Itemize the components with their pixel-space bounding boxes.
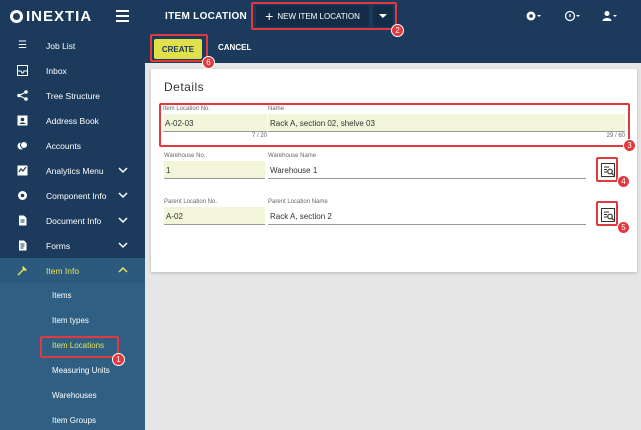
cancel-button[interactable]: CANCEL	[218, 43, 251, 52]
sidebar-item-label: Item Info	[46, 265, 80, 276]
chevron-down-icon	[118, 167, 128, 174]
warehouse-name-input[interactable]: Warehouse 1	[268, 161, 586, 179]
item-location-no-field: Item Location No. A-02-03 7 / 20	[163, 106, 267, 139]
annotation-badge-6: 6	[202, 56, 215, 69]
chevron-down-icon	[118, 242, 128, 249]
new-item-location-button[interactable]: + NEW ITEM LOCATION	[256, 5, 369, 27]
checklist-icon: ☰	[18, 40, 27, 51]
field-label: Name	[268, 106, 285, 112]
char-counter: 7 / 20	[251, 133, 267, 139]
parent-location-name-input[interactable]: Rack A, section 2	[268, 207, 586, 225]
action-bar: CREATE CANCEL	[145, 33, 641, 63]
create-button[interactable]: CREATE	[154, 39, 202, 59]
parent-location-lookup-icon[interactable]	[601, 208, 615, 222]
new-button-label: NEW ITEM LOCATION	[277, 11, 360, 21]
sidebar-item-job-list[interactable]: ☰ Job List	[0, 33, 145, 58]
item-location-no-input[interactable]: A-02-03	[163, 114, 267, 132]
hamburger-menu-icon[interactable]	[116, 10, 129, 22]
char-counter: 29 / 60	[606, 133, 625, 139]
parent-location-name-field: Parent Location Name Rack A, section 2	[268, 199, 586, 225]
chevron-down-icon	[118, 192, 128, 199]
sidebar-item-label: Forms	[46, 240, 71, 251]
user-menu-button[interactable]	[601, 10, 617, 22]
form-icon	[17, 240, 28, 251]
sidebar-item-label: Component Info	[46, 190, 107, 201]
caret-down-icon	[379, 14, 387, 18]
chevron-down-icon	[118, 217, 128, 224]
annotation-badge-3: 3	[623, 139, 636, 152]
parent-location-no-field: Parent Location No. A-02	[164, 199, 265, 225]
brand-name: INEXTIA	[26, 8, 93, 25]
sidebar-item-component-info[interactable]: Component Info	[0, 183, 145, 208]
sidebar-item-label: Inbox	[46, 65, 67, 76]
submenu-item-item-types[interactable]: Item types	[0, 308, 145, 333]
sidebar-item-item-info[interactable]: Item Info	[0, 258, 145, 283]
annotation-badge-2: 2	[391, 24, 404, 37]
logo-gear-icon	[10, 10, 23, 23]
help-menu-button[interactable]	[564, 10, 580, 22]
annotation-badge-4: 4	[617, 175, 630, 188]
sidebar-item-label: Address Book	[46, 115, 99, 126]
details-card: Details Item Location No. A-02-03 7 / 20…	[151, 69, 637, 272]
sidebar-item-inbox[interactable]: Inbox	[0, 58, 145, 83]
field-label: Parent Location No.	[164, 199, 218, 205]
annotation-badge-5: 5	[617, 221, 630, 234]
submenu-item-label: Item types	[52, 316, 89, 325]
submenu-item-items[interactable]: Items	[0, 283, 145, 308]
analytics-icon	[17, 165, 28, 176]
sidebar-item-accounts[interactable]: Accounts	[0, 133, 145, 158]
field-label: Parent Location Name	[268, 199, 328, 205]
sidebar-item-forms[interactable]: Forms	[0, 233, 145, 258]
help-icon	[564, 10, 580, 22]
new-options-dropdown-button[interactable]	[373, 5, 393, 27]
sidebar-item-analytics-menu[interactable]: Analytics Menu	[0, 158, 145, 183]
annotation-badge-1: 1	[112, 353, 125, 366]
submenu-item-item-groups[interactable]: Item Groups	[0, 408, 145, 430]
details-title: Details	[164, 80, 205, 94]
submenu-item-label: Item Groups	[52, 416, 97, 425]
sidebar-item-label: Tree Structure	[46, 90, 101, 101]
sidebar-item-label: Job List	[46, 40, 76, 51]
chevron-up-icon	[118, 266, 128, 273]
inbox-icon	[17, 65, 28, 76]
sidebar-item-label: Analytics Menu	[46, 165, 104, 176]
submenu-item-label: Item Locations	[52, 341, 105, 350]
warehouse-no-field: Warehouse No. 1	[164, 153, 265, 179]
sidebar-menu: ☰ Job List Inbox Tree Structure Address …	[0, 33, 145, 430]
field-label: Warehouse No.	[164, 153, 206, 159]
sidebar-item-label: Accounts	[46, 140, 81, 151]
sidebar-item-document-info[interactable]: Document Info	[0, 208, 145, 233]
sidebar: INEXTIA ☰ Job List Inbox Tree Structure …	[0, 0, 145, 430]
warehouse-no-input[interactable]: 1	[164, 161, 265, 179]
page-title: ITEM LOCATION	[165, 11, 248, 22]
warehouse-name-field: Warehouse Name Warehouse 1	[268, 153, 586, 179]
gear-icon	[526, 11, 541, 21]
sidebar-item-label: Document Info	[46, 215, 102, 226]
brand-logo[interactable]: INEXTIA	[10, 8, 92, 25]
submenu-item-warehouses[interactable]: Warehouses	[0, 383, 145, 408]
coins-icon	[17, 140, 28, 151]
settings-menu-button[interactable]	[525, 10, 541, 22]
sidebar-item-tree-structure[interactable]: Tree Structure	[0, 83, 145, 108]
submenu-item-label: Measuring Units	[52, 366, 110, 375]
submenu-item-label: Items	[52, 291, 72, 300]
hammer-icon	[17, 265, 28, 276]
warehouse-lookup-icon[interactable]	[601, 163, 615, 177]
document-icon	[17, 215, 28, 226]
gear-icon	[17, 190, 28, 201]
contact-icon	[17, 115, 28, 126]
parent-location-no-input[interactable]: A-02	[164, 207, 265, 225]
sidebar-item-address-book[interactable]: Address Book	[0, 108, 145, 133]
share-icon	[17, 90, 28, 101]
submenu-item-label: Warehouses	[52, 391, 97, 400]
field-label: Warehouse Name	[268, 153, 317, 159]
user-icon	[602, 11, 617, 21]
name-field: Name Rack A, section 02, shelve 03 29 / …	[268, 106, 625, 139]
plus-icon: +	[265, 8, 274, 24]
name-input[interactable]: Rack A, section 02, shelve 03	[268, 114, 625, 132]
field-label: Item Location No.	[163, 106, 211, 112]
